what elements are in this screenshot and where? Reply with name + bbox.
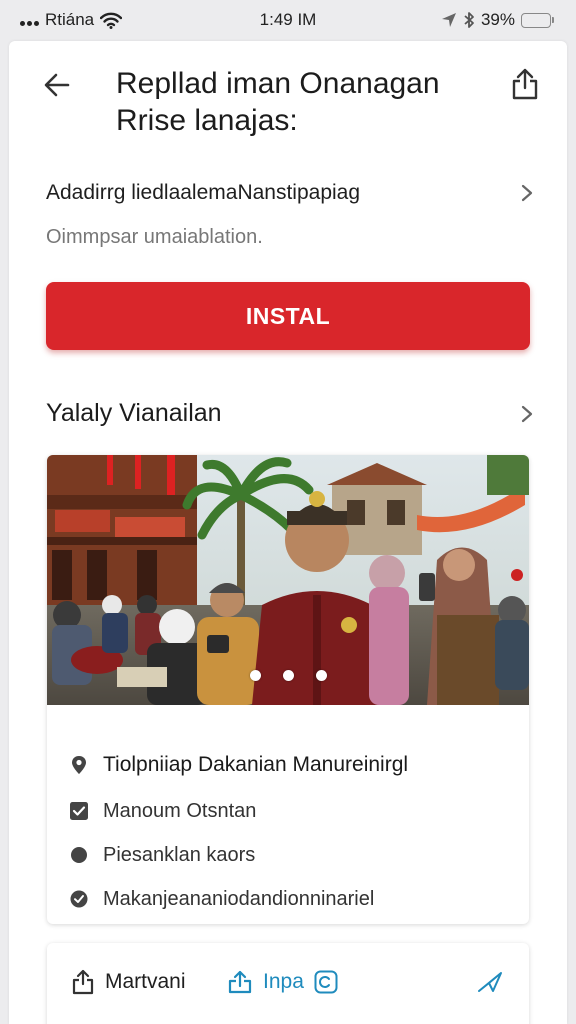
- status-time: 1:49 IM: [259, 10, 317, 29]
- back-button[interactable]: [39, 67, 75, 103]
- location-row[interactable]: Tiolpniiap Dakanian Manureinirgl: [69, 741, 509, 789]
- share-icon: [512, 68, 538, 100]
- action-label-2: Inpa: [263, 970, 304, 993]
- info-link-label: Adadirrg liedlaalemaNanstipapiag: [46, 181, 361, 204]
- install-button[interactable]: INSTAL: [46, 282, 530, 350]
- check-circle-icon: [69, 889, 89, 909]
- section-header-row[interactable]: Yalaly Vianailan: [46, 399, 534, 428]
- location-label: Tiolpniiap Dakanian Manureinirgl: [103, 753, 409, 776]
- app-header: Repllad iman Onanagan Rrise lanajas:: [9, 41, 567, 161]
- battery-icon: [521, 12, 554, 28]
- action-martvani-button[interactable]: Martvani: [71, 969, 186, 995]
- carousel-dot-1[interactable]: [249, 670, 261, 681]
- detail-row-1[interactable]: Manoum Otsntan: [69, 789, 509, 833]
- status-bar: Rtiána 1:49 IM 39%: [0, 0, 576, 40]
- info-link-row[interactable]: Adadirrg liedlaalemaNanstipapiag: [46, 181, 534, 205]
- checkbox-icon: [69, 801, 89, 821]
- page-title: Repllad iman Onanagan Rrise lanajas:: [116, 65, 466, 139]
- page-title-line-1: Repllad iman Onanagan: [116, 67, 440, 100]
- carousel-dots[interactable]: [47, 670, 529, 681]
- bluetooth-icon: [464, 12, 474, 28]
- page-title-line-2: Rrise lanajas:: [116, 104, 298, 137]
- detail-label-1: Manoum Otsntan: [103, 799, 257, 822]
- chevron-right-icon: [521, 405, 533, 422]
- detail-row-2[interactable]: Piesanklan kaors: [69, 833, 509, 877]
- share-up-icon: [72, 969, 94, 995]
- signal-dots-icon: [20, 14, 39, 26]
- carrier-name: Rtiána: [45, 10, 95, 29]
- back-arrow-icon: [44, 73, 70, 97]
- card-info: Tiolpniiap Dakanian Manureinirgl Manoum …: [69, 741, 509, 921]
- action-inpa-button[interactable]: Inpa: [227, 969, 338, 995]
- upload-icon: [228, 970, 252, 994]
- carousel-dot-2[interactable]: [282, 670, 294, 681]
- share-button[interactable]: [507, 65, 543, 103]
- chevron-right-icon: [521, 184, 533, 202]
- instagram-icon[interactable]: [314, 970, 338, 994]
- dot-icon: [69, 845, 89, 865]
- battery-percent: 39%: [480, 10, 515, 29]
- location-arrow-icon: [441, 13, 456, 27]
- wifi-icon: [100, 12, 123, 29]
- event-photo-carousel[interactable]: [47, 455, 529, 705]
- action-label-1: Martvani: [105, 970, 186, 993]
- action-send-button[interactable]: [477, 971, 513, 993]
- carousel-dot-3[interactable]: [315, 670, 327, 681]
- detail-label-3: Makanjeananiodandionninariel: [103, 887, 375, 910]
- section-title: Yalaly Vianailan: [46, 399, 222, 427]
- location-pin-icon: [69, 755, 89, 775]
- send-icon: [478, 972, 502, 992]
- bottom-action-bar: Martvani Inpa: [47, 943, 529, 1024]
- info-subtitle: Oimmpsar umaiablation.: [46, 226, 263, 248]
- detail-row-3[interactable]: Makanjeananiodandionninariel: [69, 877, 509, 921]
- content-card[interactable]: Tiolpniiap Dakanian Manureinirgl Manoum …: [47, 455, 529, 924]
- detail-label-2: Piesanklan kaors: [103, 843, 256, 866]
- event-photo: [47, 455, 529, 705]
- app-sheet: Repllad iman Onanagan Rrise lanajas: Ada…: [9, 41, 567, 1024]
